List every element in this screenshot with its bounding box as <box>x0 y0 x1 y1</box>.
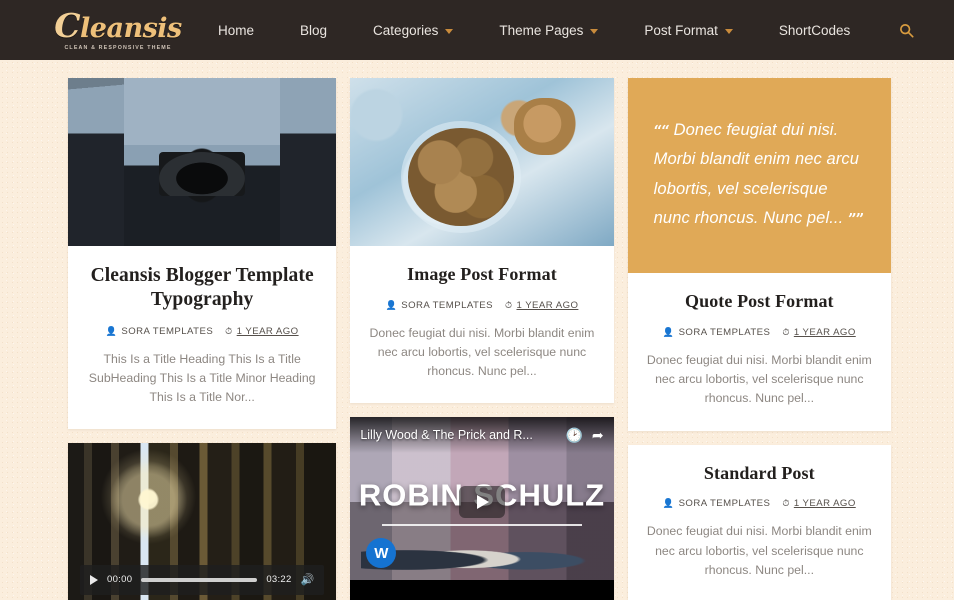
post-body: Image Post Format 👤 SORA TEMPLATES ⏱ 1 Y… <box>350 246 613 403</box>
post-card-quote-format[interactable]: ““ Donec feugiat dui nisi. Morbi blandit… <box>627 78 891 431</box>
post-date[interactable]: ⏱ 1 YEAR AGO <box>505 300 578 311</box>
post-thumbnail-forest[interactable]: 00:00 03:22 🔊 <box>68 442 337 600</box>
volume-icon[interactable]: 🔊 <box>301 573 315 586</box>
youtube-letterbox <box>350 580 614 600</box>
nav-item-categories[interactable]: Categories <box>350 23 476 38</box>
video-control-bar[interactable]: 00:00 03:22 🔊 <box>80 564 325 595</box>
post-body: Standard Post 👤 SORA TEMPLATES ⏱ 1 YEAR … <box>628 445 891 600</box>
clock-icon[interactable]: 🕑 <box>565 428 582 442</box>
clock-icon: ⏱ <box>505 299 513 310</box>
post-excerpt: Donec feugiat dui nisi. Morbi blandit en… <box>646 524 872 577</box>
chevron-down-icon <box>724 28 733 34</box>
post-meta: 👤 SORA TEMPLATES ⏱ 1 YEAR AGO <box>644 498 875 509</box>
video-current-time: 00:00 <box>107 574 133 586</box>
chevron-down-icon <box>590 28 599 34</box>
youtube-title-bar: Lilly Wood & The Prick and R... 🕑 ➦ <box>350 417 614 454</box>
post-card-youtube[interactable]: ROBIN SCHULZ Lilly Wood & The Prick and … <box>350 417 614 600</box>
post-meta: 👤 SORA TEMPLATES ⏱ 1 YEAR AGO <box>644 327 875 338</box>
grid-column-2: Image Post Format 👤 SORA TEMPLATES ⏱ 1 Y… <box>350 78 614 600</box>
post-author[interactable]: 👤 SORA TEMPLATES <box>663 498 770 509</box>
nav-label: ShortCodes <box>778 22 851 38</box>
grid-column-1: Cleansis Blogger Template Typography 👤 S… <box>68 78 337 600</box>
author-name: SORA TEMPLATES <box>678 327 771 339</box>
post-title[interactable]: Cleansis Blogger Template Typography <box>84 264 320 312</box>
post-meta: 👤 SORA TEMPLATES ⏱ 1 YEAR AGO <box>366 300 597 311</box>
post-meta: 👤 SORA TEMPLATES ⏱ 1 YEAR AGO <box>84 326 320 337</box>
site-logo[interactable]: Cleansis CLEAN & RESPONSIVE THEME <box>54 9 182 51</box>
play-icon[interactable] <box>458 486 505 519</box>
post-title[interactable]: Standard Post <box>644 463 875 485</box>
quote-content: ““ Donec feugiat dui nisi. Morbi blandit… <box>654 116 865 233</box>
user-icon: 👤 <box>105 325 118 336</box>
post-card-image-format[interactable]: Image Post Format 👤 SORA TEMPLATES ⏱ 1 Y… <box>350 78 614 404</box>
post-author[interactable]: 👤 SORA TEMPLATES <box>106 326 213 337</box>
post-excerpt: This Is a Title Heading This Is a Title … <box>88 351 316 404</box>
logo-initial: C <box>54 6 81 45</box>
clock-icon: ⏱ <box>782 498 790 509</box>
nav-label: Theme Pages <box>499 22 584 38</box>
nav-label: Categories <box>373 22 439 38</box>
nav-label: Blog <box>300 22 328 38</box>
user-icon: 👤 <box>662 327 675 338</box>
nav-item-post-format[interactable]: Post Format <box>621 23 756 38</box>
video-duration: 03:22 <box>266 574 292 586</box>
logo-tagline: CLEAN & RESPONSIVE THEME <box>64 45 172 51</box>
youtube-player[interactable]: ROBIN SCHULZ Lilly Wood & The Prick and … <box>350 417 614 600</box>
post-card-video[interactable]: 00:00 03:22 🔊 <box>68 442 337 600</box>
nav-item-theme-pages[interactable]: Theme Pages <box>476 23 621 38</box>
post-title[interactable]: Quote Post Format <box>644 291 875 313</box>
post-body: Cleansis Blogger Template Typography 👤 S… <box>68 246 336 429</box>
play-icon[interactable] <box>90 574 98 585</box>
nav-item-shortcodes[interactable]: ShortCodes <box>756 23 873 38</box>
user-icon: 👤 <box>385 299 398 310</box>
nav-item-blog[interactable]: Blog <box>277 23 350 38</box>
author-name: SORA TEMPLATES <box>678 498 771 510</box>
post-excerpt: Donec feugiat dui nisi. Morbi blandit en… <box>369 325 595 379</box>
post-title[interactable]: Image Post Format <box>366 264 597 286</box>
clock-icon: ⏱ <box>782 327 790 338</box>
quote-open-icon: ““ <box>653 122 670 140</box>
grid-column-3: ““ Donec feugiat dui nisi. Morbi blandit… <box>627 78 891 600</box>
post-thumbnail-camera[interactable] <box>68 78 337 246</box>
date-text: 1 YEAR AGO <box>793 498 856 510</box>
youtube-video-title[interactable]: Lilly Wood & The Prick and R... <box>360 428 556 442</box>
post-card-typography[interactable]: Cleansis Blogger Template Typography 👤 S… <box>68 78 337 429</box>
author-name: SORA TEMPLATES <box>121 325 214 337</box>
post-card-standard[interactable]: Standard Post 👤 SORA TEMPLATES ⏱ 1 YEAR … <box>627 444 891 600</box>
nav-item-home[interactable]: Home <box>210 23 277 38</box>
quote-close-icon: ”” <box>847 210 864 229</box>
quote-text: Donec feugiat dui nisi. Morbi blandit en… <box>653 121 860 228</box>
video-progress-slider[interactable] <box>141 577 258 582</box>
clock-icon: ⏱ <box>225 325 233 336</box>
post-date[interactable]: ⏱ 1 YEAR AGO <box>225 326 298 337</box>
site-header: Cleansis CLEAN & RESPONSIVE THEME Home B… <box>0 0 954 60</box>
post-thumbnail-walnuts[interactable] <box>350 78 614 246</box>
date-text: 1 YEAR AGO <box>516 299 579 311</box>
main-navigation: Home Blog Categories Theme Pages Post Fo… <box>210 23 899 38</box>
author-name: SORA TEMPLATES <box>401 299 493 311</box>
chevron-down-icon <box>445 28 454 34</box>
date-text: 1 YEAR AGO <box>236 325 299 337</box>
date-text: 1 YEAR AGO <box>793 327 856 339</box>
post-excerpt: Donec feugiat dui nisi. Morbi blandit en… <box>646 353 872 406</box>
user-icon: 👤 <box>662 498 675 509</box>
logo-wordmark: Cleansis <box>54 6 182 45</box>
logo-rest: leansis <box>80 13 182 44</box>
post-date[interactable]: ⏱ 1 YEAR AGO <box>782 498 855 509</box>
post-author[interactable]: 👤 SORA TEMPLATES <box>386 300 493 311</box>
post-date[interactable]: ⏱ 1 YEAR AGO <box>782 327 855 338</box>
nav-label: Home <box>218 22 255 38</box>
post-grid: Cleansis Blogger Template Typography 👤 S… <box>0 60 954 600</box>
quote-block: ““ Donec feugiat dui nisi. Morbi blandit… <box>627 78 891 274</box>
nav-label: Post Format <box>644 22 718 38</box>
post-author[interactable]: 👤 SORA TEMPLATES <box>663 327 770 338</box>
video-frame-cars <box>360 535 604 577</box>
search-icon[interactable] <box>899 23 926 38</box>
post-body: Quote Post Format 👤 SORA TEMPLATES ⏱ 1 Y… <box>628 273 891 430</box>
share-icon[interactable]: ➦ <box>592 428 604 442</box>
video-overlay-rule <box>381 524 583 527</box>
